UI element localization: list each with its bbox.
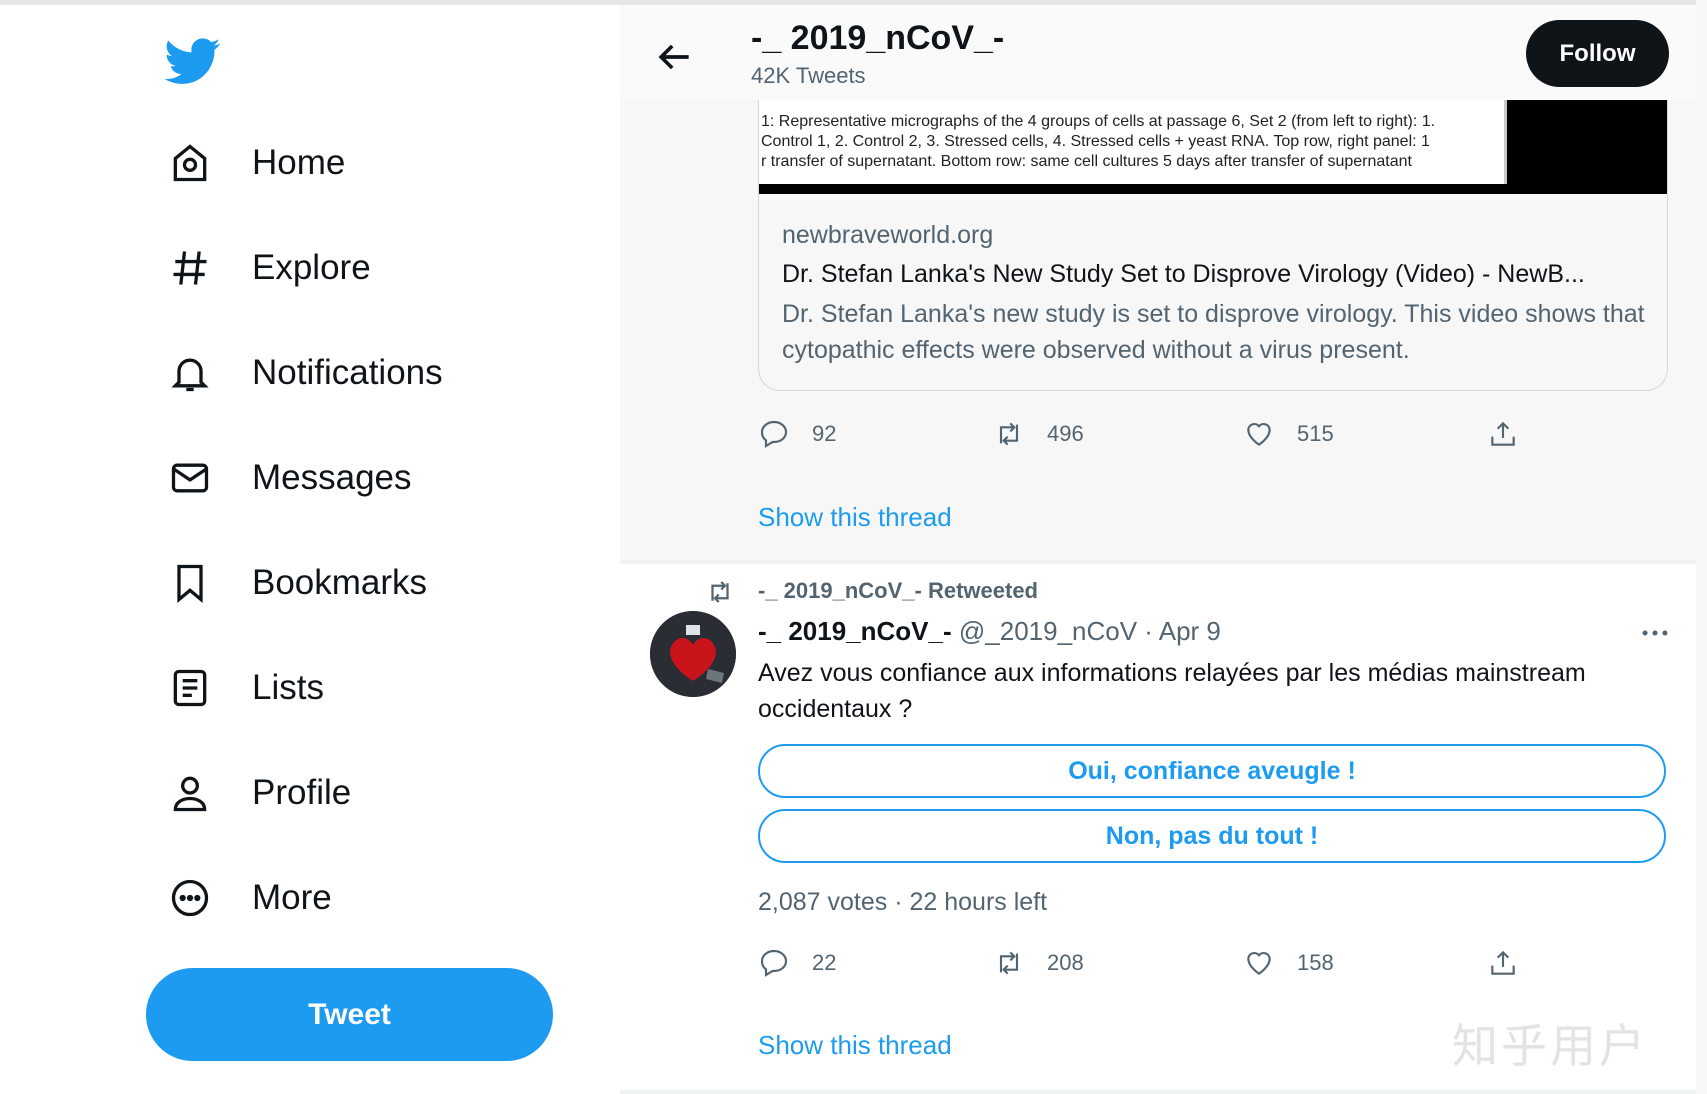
follow-button[interactable]: Follow [1526, 20, 1669, 87]
poll-option-1[interactable]: Oui, confiance aveugle ! [758, 744, 1666, 798]
more-circle-icon [165, 873, 215, 923]
retweet-icon [999, 422, 1019, 446]
card-title: Dr. Stefan Lanka's New Study Set to Disp… [782, 260, 1585, 288]
tweet-button[interactable]: Tweet [146, 968, 553, 1061]
share-button[interactable] [1487, 947, 1519, 979]
show-thread-link[interactable]: Show this thread [758, 1030, 952, 1061]
scrollbar-track[interactable] [1696, 0, 1707, 1094]
card-image: 1: Representative micrographs of the 4 g… [759, 100, 1667, 194]
retweet-button[interactable]: 208 [993, 947, 1084, 979]
reply-button[interactable]: 92 [758, 418, 836, 450]
share-button[interactable] [1487, 418, 1519, 450]
nav-lists-label: Lists [252, 668, 324, 707]
like-button[interactable]: 515 [1243, 418, 1334, 450]
heart-icon [1247, 951, 1271, 975]
back-arrow-icon[interactable] [652, 35, 696, 79]
nav-notifications[interactable]: Notifications [165, 338, 443, 408]
poll-status: 2,087 votes · 22 hours left [758, 888, 1048, 916]
caption-line: 1: Representative micrographs of the 4 g… [761, 113, 1436, 130]
nav-profile-label: Profile [252, 773, 352, 812]
reply-count: 92 [812, 421, 837, 446]
retweet-count: 496 [1047, 421, 1084, 446]
list-icon [165, 663, 215, 713]
nav-messages[interactable]: Messages [165, 443, 412, 513]
like-count: 158 [1297, 950, 1334, 975]
nav-notifications-label: Notifications [252, 353, 443, 392]
tweet-actions: 92 496 515 [758, 418, 1538, 458]
heart-icon [1247, 422, 1271, 446]
nav-more-label: More [252, 878, 332, 917]
reply-count: 22 [812, 950, 837, 975]
avatar[interactable] [650, 611, 736, 697]
nav-bookmarks[interactable]: Bookmarks [165, 548, 427, 618]
tweet-item[interactable]: 1: Representative micrographs of the 4 g… [620, 100, 1696, 560]
nav-home[interactable]: Home [165, 128, 345, 198]
author-name[interactable]: -_ 2019_nCoV_- [758, 616, 952, 646]
like-button[interactable]: 158 [1243, 947, 1334, 979]
page-title: -_ 2019_nCoV_- [751, 19, 1005, 57]
card-domain: newbraveworld.org [782, 221, 994, 249]
retweeted-by[interactable]: -_ 2019_nCoV_- Retweeted [758, 578, 1038, 604]
nav-home-label: Home [252, 143, 346, 182]
watermark: 知乎用户 [1452, 1019, 1648, 1073]
sidebar: Home Explore Notifications Messages Book… [0, 5, 620, 1094]
envelope-icon [165, 453, 215, 503]
retweet-icon [999, 951, 1019, 975]
nav-messages-label: Messages [252, 458, 412, 497]
caption-line: Control 1, 2. Control 2, 3. Stressed cel… [761, 133, 1430, 150]
reply-button[interactable]: 22 [758, 947, 836, 979]
bookmark-icon [165, 558, 215, 608]
person-icon [165, 768, 215, 818]
card-image-caption: 1: Representative micrographs of the 4 g… [759, 100, 1507, 184]
main-column: -_ 2019_nCoV_- 42K Tweets Follow 1: Repr… [620, 5, 1696, 1094]
nav-profile[interactable]: Profile [165, 758, 351, 828]
author-handle-date: @_2019_nCoV · Apr 9 [951, 616, 1221, 646]
profile-header: -_ 2019_nCoV_- 42K Tweets Follow [620, 5, 1696, 100]
retweet-count: 208 [1047, 950, 1084, 975]
tweet-count: 42K Tweets [751, 63, 866, 88]
like-count: 515 [1297, 421, 1334, 446]
tweet-actions: 22 208 158 [758, 947, 1538, 987]
retweet-button[interactable]: 496 [993, 418, 1084, 450]
nav-bookmarks-label: Bookmarks [252, 563, 428, 602]
hashtag-icon [165, 243, 215, 293]
bottom-divider [620, 1090, 1696, 1094]
card-description: Dr. Stefan Lanka's new study is set to d… [782, 300, 1645, 364]
share-icon [1491, 950, 1515, 975]
nav-more[interactable]: More [165, 863, 332, 933]
link-card[interactable]: 1: Representative micrographs of the 4 g… [758, 100, 1668, 391]
poll-option-2[interactable]: Non, pas du tout ! [758, 809, 1666, 863]
home-icon [165, 138, 215, 188]
twitter-logo-icon[interactable] [164, 33, 221, 89]
caption-line: r transfer of supernatant. Bottom row: s… [761, 153, 1412, 170]
retweet-icon [705, 577, 735, 607]
reply-icon [760, 420, 788, 448]
share-icon [1491, 421, 1515, 446]
bell-icon [165, 348, 215, 398]
reply-icon [760, 949, 788, 977]
nav-lists[interactable]: Lists [165, 653, 324, 723]
nav-explore[interactable]: Explore [165, 233, 371, 303]
tweet-author-line: -_ 2019_nCoV_- @_2019_nCoV · Apr 9 [758, 616, 1221, 647]
more-options-icon[interactable] [1638, 616, 1672, 650]
nav-explore-label: Explore [252, 248, 371, 287]
show-thread-link[interactable]: Show this thread [758, 502, 952, 533]
tweet-text: Avez vous confiance aux informations rel… [758, 659, 1586, 723]
